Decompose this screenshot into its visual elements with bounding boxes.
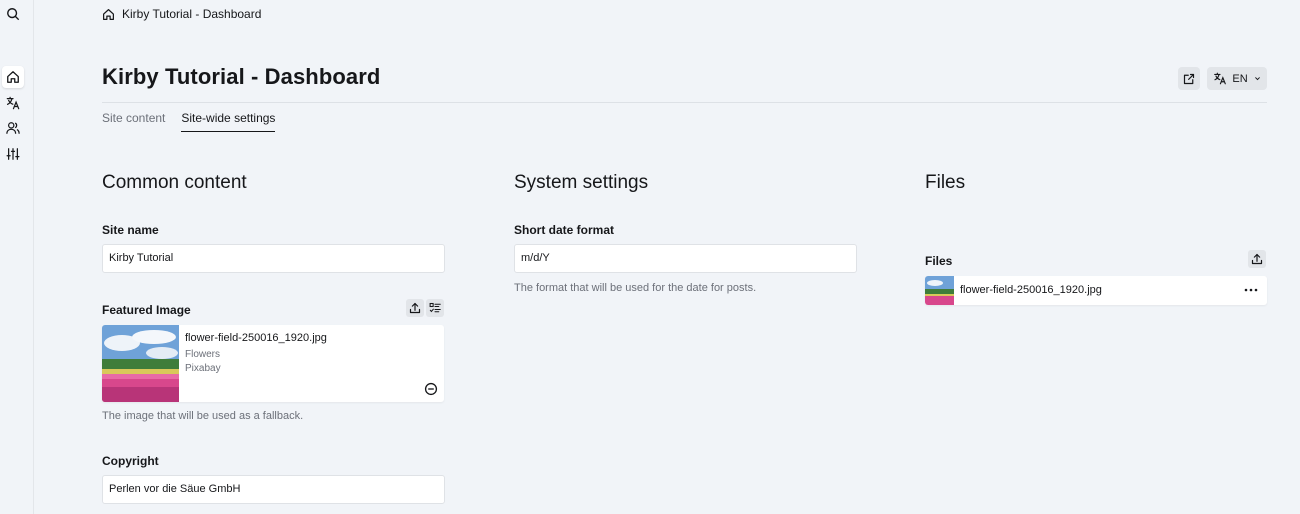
section-title-common-content: Common content <box>102 172 247 193</box>
home-icon <box>7 71 19 83</box>
more-options-icon[interactable] <box>1243 282 1259 298</box>
select-files-button[interactable] <box>426 299 444 317</box>
sidebar-item-users[interactable] <box>2 117 24 139</box>
remove-icon[interactable] <box>424 382 438 396</box>
copyright-input[interactable]: Perlen vor die Säue GmbH <box>102 475 445 504</box>
tab-bar: Site content Site-wide settings <box>102 111 276 132</box>
main-content: Kirby Tutorial - Dashboard Kirby Tutoria… <box>34 0 1300 514</box>
sidebar-item-site[interactable] <box>2 66 24 88</box>
files-section-label: Files <box>925 254 953 268</box>
copyright-label: Copyright <box>102 454 159 468</box>
language-code: EN <box>1232 72 1248 85</box>
file-thumbnail <box>925 276 954 305</box>
section-title-system-settings: System settings <box>514 172 649 193</box>
page-title: Kirby Tutorial - Dashboard <box>102 64 381 89</box>
language-dropdown[interactable]: EN <box>1207 67 1267 90</box>
file-name: flower-field-250016_1920.jpg <box>960 284 1102 296</box>
translate-icon <box>1214 72 1227 85</box>
tab-site-wide-settings[interactable]: Site-wide settings <box>181 111 276 132</box>
breadcrumb[interactable]: Kirby Tutorial - Dashboard <box>102 6 261 22</box>
chevron-down-icon <box>1254 77 1260 81</box>
featured-image-card[interactable]: flower-field-250016_1920.jpg Flowers Pix… <box>102 325 444 402</box>
sidebar-item-system[interactable] <box>2 143 24 165</box>
featured-image-info-1: Flowers <box>185 349 221 360</box>
home-icon <box>103 8 114 20</box>
sidebar <box>0 0 34 514</box>
search-icon <box>7 8 20 21</box>
tab-site-content[interactable]: Site content <box>102 111 165 132</box>
header-divider <box>102 102 1267 103</box>
short-date-format-input[interactable]: m/d/Y <box>514 244 857 273</box>
files-upload-button[interactable] <box>1248 250 1266 268</box>
sliders-icon <box>6 148 20 160</box>
site-name-label: Site name <box>102 223 159 237</box>
open-site-button[interactable] <box>1178 67 1200 90</box>
upload-icon <box>409 302 421 314</box>
translate-icon <box>6 96 20 110</box>
featured-image-label: Featured Image <box>102 303 191 317</box>
checklist-icon <box>429 302 441 313</box>
short-date-format-label: Short date format <box>514 223 615 237</box>
sidebar-item-languages[interactable] <box>2 92 24 114</box>
featured-image-info-2: Pixabay <box>185 363 221 374</box>
short-date-format-help: The format that will be used for the dat… <box>514 282 757 294</box>
users-icon <box>6 122 20 134</box>
featured-image-help: The image that will be used as a fallbac… <box>102 410 304 422</box>
file-list-item[interactable]: flower-field-250016_1920.jpg <box>925 276 1267 305</box>
site-name-input[interactable]: Kirby Tutorial <box>102 244 445 273</box>
external-link-icon <box>1183 73 1195 84</box>
search-button[interactable] <box>2 3 24 25</box>
featured-image-filename: flower-field-250016_1920.jpg <box>185 332 327 344</box>
upload-button[interactable] <box>406 299 424 317</box>
breadcrumb-label: Kirby Tutorial - Dashboard <box>122 7 262 21</box>
upload-icon <box>1251 253 1263 265</box>
featured-image-thumbnail <box>102 325 179 402</box>
section-title-files: Files <box>925 172 966 193</box>
